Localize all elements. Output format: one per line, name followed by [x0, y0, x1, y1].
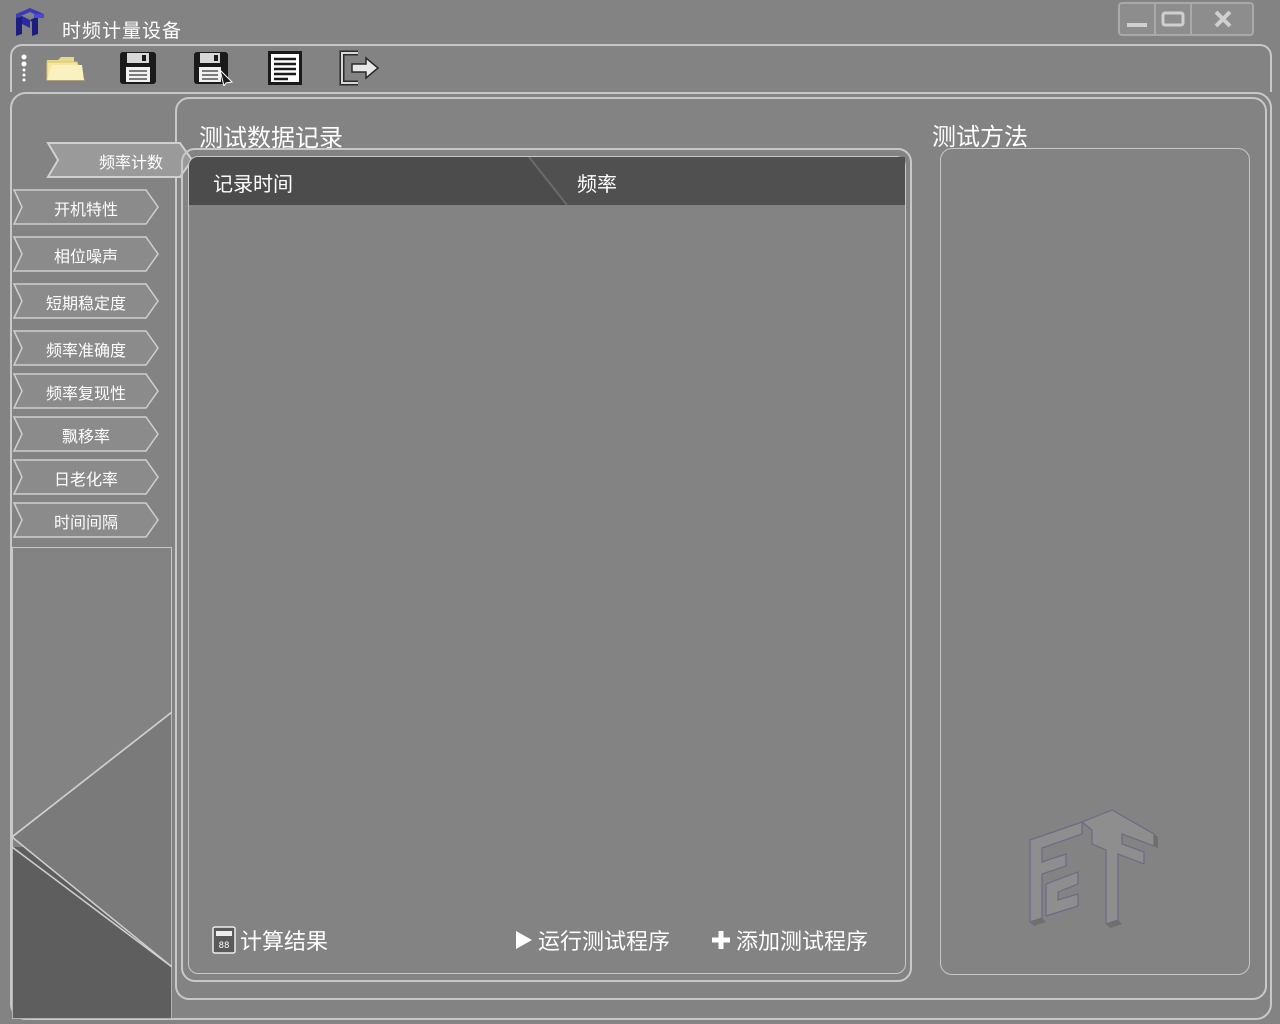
save-button[interactable] — [118, 50, 158, 86]
add-test-program-button[interactable]: 添加测试程序 — [710, 924, 868, 956]
list-document-icon — [268, 51, 302, 85]
calculate-result-button[interactable]: 88 计算结果 — [212, 924, 328, 956]
close-icon — [1214, 10, 1232, 28]
data-table — [188, 156, 906, 974]
tab-drift-rate[interactable]: 飘移率 — [12, 416, 160, 452]
tab-frequency-accuracy[interactable]: 频率准确度 — [12, 330, 160, 366]
tab-label: 频率复现性 — [45, 384, 126, 403]
open-folder-button[interactable] — [44, 50, 85, 86]
method-section-title: 测试方法 — [932, 123, 1028, 151]
column-header-record-time[interactable]: 记录时间 — [213, 168, 293, 197]
svg-text:88: 88 — [219, 941, 230, 951]
tab-frequency-reproducibility[interactable]: 频率复现性 — [12, 373, 160, 409]
column-header-frequency[interactable]: 频率 — [577, 168, 617, 197]
exit-icon — [339, 50, 380, 86]
save-as-icon — [194, 52, 234, 88]
tab-label: 相位噪声 — [53, 247, 118, 266]
calculator-icon: 88 — [212, 926, 236, 954]
tab-time-interval[interactable]: 时间间隔 — [12, 502, 160, 538]
minimize-button[interactable] — [1120, 4, 1156, 34]
tab-phase-noise[interactable]: 相位噪声 — [12, 236, 160, 272]
tab-label: 飘移率 — [61, 427, 110, 446]
close-button[interactable] — [1206, 4, 1240, 34]
app-logo-icon — [12, 6, 48, 38]
window-title: 时频计量设备 — [62, 20, 183, 42]
run-test-program-button[interactable]: 运行测试程序 — [514, 924, 670, 956]
add-test-program-label: 添加测试程序 — [736, 930, 869, 955]
tab-label: 日老化率 — [53, 470, 118, 489]
save-icon — [120, 52, 156, 84]
tab-label: 开机特性 — [53, 200, 118, 219]
sidebar-decoration — [12, 547, 172, 1019]
watermark-logo-icon — [1022, 800, 1162, 935]
exit-button[interactable] — [338, 50, 380, 86]
tab-label: 时间间隔 — [53, 513, 118, 532]
restore-button[interactable] — [1156, 4, 1192, 34]
minimize-icon — [1127, 23, 1147, 27]
calculate-result-label: 计算结果 — [240, 930, 329, 955]
tab-frequency-count[interactable]: 频率计数 — [44, 142, 194, 178]
folder-open-icon — [46, 57, 85, 81]
tab-short-term-stability[interactable]: 短期稳定度 — [12, 283, 160, 319]
toolbar-grip-icon — [21, 54, 27, 82]
window-controls — [1118, 2, 1254, 36]
tab-power-on-characteristics[interactable]: 开机特性 — [12, 189, 160, 225]
save-as-button[interactable] — [192, 50, 234, 88]
plus-icon — [712, 931, 730, 949]
play-icon — [516, 931, 532, 949]
table-header: 记录时间 频率 — [189, 157, 905, 205]
run-test-program-label: 运行测试程序 — [538, 930, 671, 955]
tab-label: 短期稳定度 — [45, 294, 126, 313]
tab-daily-aging-rate[interactable]: 日老化率 — [12, 459, 160, 495]
list-document-button[interactable] — [266, 50, 306, 86]
tab-label: 频率准确度 — [45, 341, 126, 360]
restore-icon — [1161, 11, 1185, 27]
